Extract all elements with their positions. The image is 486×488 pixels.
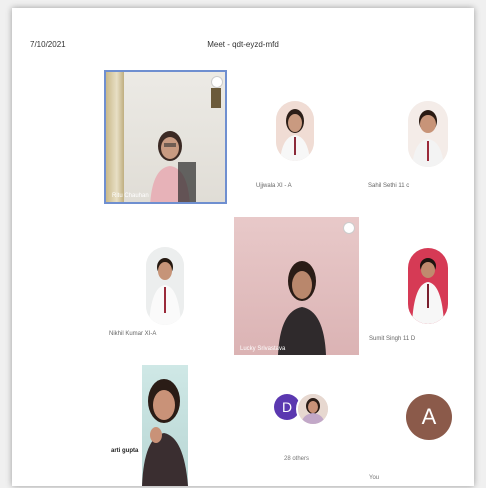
participant-avatar-ujjwala[interactable] bbox=[276, 101, 314, 161]
participant-avatar-sahil[interactable] bbox=[408, 101, 448, 167]
participant-avatar-nikhil[interactable] bbox=[146, 247, 184, 325]
person-photo bbox=[276, 101, 314, 161]
pin-icon[interactable] bbox=[343, 222, 355, 234]
self-avatar: A bbox=[406, 394, 452, 440]
participant-video-feed bbox=[278, 261, 326, 355]
participant-name-sumit: Sumit Singh 11 D bbox=[369, 336, 416, 342]
person-photo bbox=[298, 394, 328, 424]
participant-video-feed bbox=[142, 379, 188, 486]
video-name-label: Ritu Chauhan bbox=[112, 193, 149, 199]
person-photo bbox=[408, 101, 448, 167]
pin-icon[interactable] bbox=[211, 76, 223, 88]
video-name-label-arti: arti gupta bbox=[111, 448, 139, 454]
others-photo-avatar bbox=[296, 392, 330, 426]
meeting-title: Meet - qdt-eyzd-mfd bbox=[207, 40, 279, 49]
participant-name-sahil: Sahil Sethi 11 c bbox=[368, 183, 410, 189]
video-tile-speaker[interactable]: Lucky Srivastava bbox=[234, 217, 359, 355]
person-photo bbox=[408, 248, 448, 324]
meet-grid-page: 7/10/2021 Meet - qdt-eyzd-mfd Ritu Chauh… bbox=[12, 8, 474, 486]
others-count-label[interactable]: 28 others bbox=[284, 456, 309, 462]
video-name-label: Lucky Srivastava bbox=[240, 346, 286, 352]
participant-avatar-sumit[interactable] bbox=[408, 248, 448, 324]
participant-name-nikhil: Nikhil Kumar XI-A bbox=[109, 331, 157, 337]
participant-video-feed bbox=[150, 131, 196, 202]
self-label: You bbox=[369, 475, 380, 481]
video-tile-self-video[interactable] bbox=[142, 365, 188, 486]
curtain-decoration bbox=[106, 72, 124, 202]
person-photo bbox=[146, 247, 184, 325]
video-tile-presenter[interactable]: Ritu Chauhan bbox=[104, 70, 227, 204]
participant-name-ujjwala: Ujjwala XI - A bbox=[256, 183, 292, 189]
wall-frame bbox=[211, 88, 221, 108]
